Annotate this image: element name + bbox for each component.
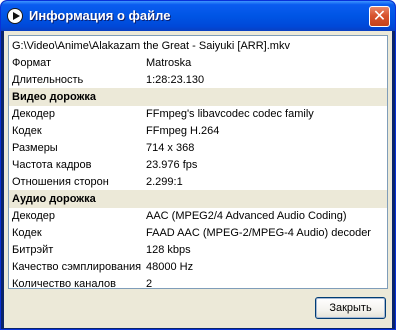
close-window-button[interactable]: ✕	[369, 6, 390, 27]
bitrate-row: Битрэйт 128 kbps	[9, 241, 387, 259]
audio-codec-label: Кодек	[12, 227, 42, 239]
window-title: Информация о файле	[29, 8, 171, 23]
file-info-window: Информация о файле ✕ G:\Video\Anime\Alak…	[0, 0, 396, 330]
file-path-row: G:\Video\Anime\Alakazam the Great - Saiy…	[9, 37, 387, 55]
bitrate-label: Битрэйт	[12, 244, 54, 256]
audio-decoder-value: AAC (MPEG2/4 Advanced Audio Coding)	[146, 210, 347, 222]
duration-value: 1:28:23.130	[146, 74, 205, 86]
channels-value: 2	[146, 278, 153, 289]
play-icon	[7, 8, 23, 24]
format-value: Matroska	[146, 57, 192, 69]
audio-codec-value: FAAD AAC (MPEG-2/MPEG-4 Audio) decoder	[146, 227, 371, 239]
video-decoder-value: FFmpeg's libavcodec codec family	[146, 108, 314, 120]
audio-section-title: Аудио дорожка	[12, 193, 96, 205]
aspect-row: Отношения сторон 2.299:1	[9, 173, 387, 191]
audio-decoder-row: Декодер AAC (MPEG2/4 Advanced Audio Codi…	[9, 207, 387, 225]
file-path: G:\Video\Anime\Alakazam the Great - Saiy…	[12, 40, 290, 52]
video-section-title: Видео дорожка	[12, 91, 96, 103]
duration-row: Длительность 1:28:23.130	[9, 71, 387, 89]
samplerate-label: Качество сэмплирования	[12, 261, 142, 273]
fps-row: Частота кадров 23.976 fps	[9, 156, 387, 174]
video-decoder-label: Декодер	[12, 108, 56, 120]
format-label: Формат	[12, 57, 52, 69]
format-row: Формат Matroska	[9, 54, 387, 72]
size-label: Размеры	[12, 142, 58, 154]
info-list: G:\Video\Anime\Alakazam the Great - Saiy…	[8, 35, 388, 289]
video-decoder-row: Декодер FFmpeg's libavcodec codec family	[9, 105, 387, 123]
channels-label: Количество каналов	[12, 278, 116, 289]
video-codec-label: Кодек	[12, 125, 42, 137]
size-value: 714 x 368	[146, 142, 195, 154]
close-button[interactable]: Закрыть	[315, 297, 386, 319]
samplerate-row: Качество сэмплирования 48000 Hz	[9, 258, 387, 276]
video-codec-value: FFmpeg H.264	[146, 125, 220, 137]
aspect-label: Отношения сторон	[12, 176, 109, 188]
audio-section-header: Аудио дорожка	[9, 190, 387, 208]
video-section-header: Видео дорожка	[9, 88, 387, 106]
dialog-body: G:\Video\Anime\Alakazam the Great - Saiy…	[4, 31, 392, 328]
size-row: Размеры 714 x 368	[9, 139, 387, 157]
channels-row: Количество каналов 2	[9, 275, 387, 289]
audio-decoder-label: Декодер	[12, 210, 56, 222]
aspect-value: 2.299:1	[146, 176, 183, 188]
duration-label: Длительность	[12, 74, 84, 86]
title-bar[interactable]: Информация о файле ✕	[1, 1, 395, 31]
audio-codec-row: Кодек FAAD AAC (MPEG-2/MPEG-4 Audio) dec…	[9, 224, 387, 242]
fps-label: Частота кадров	[12, 159, 92, 171]
fps-value: 23.976 fps	[146, 159, 198, 171]
samplerate-value: 48000 Hz	[146, 261, 194, 273]
bitrate-value: 128 kbps	[146, 244, 191, 256]
video-codec-row: Кодек FFmpeg H.264	[9, 122, 387, 140]
